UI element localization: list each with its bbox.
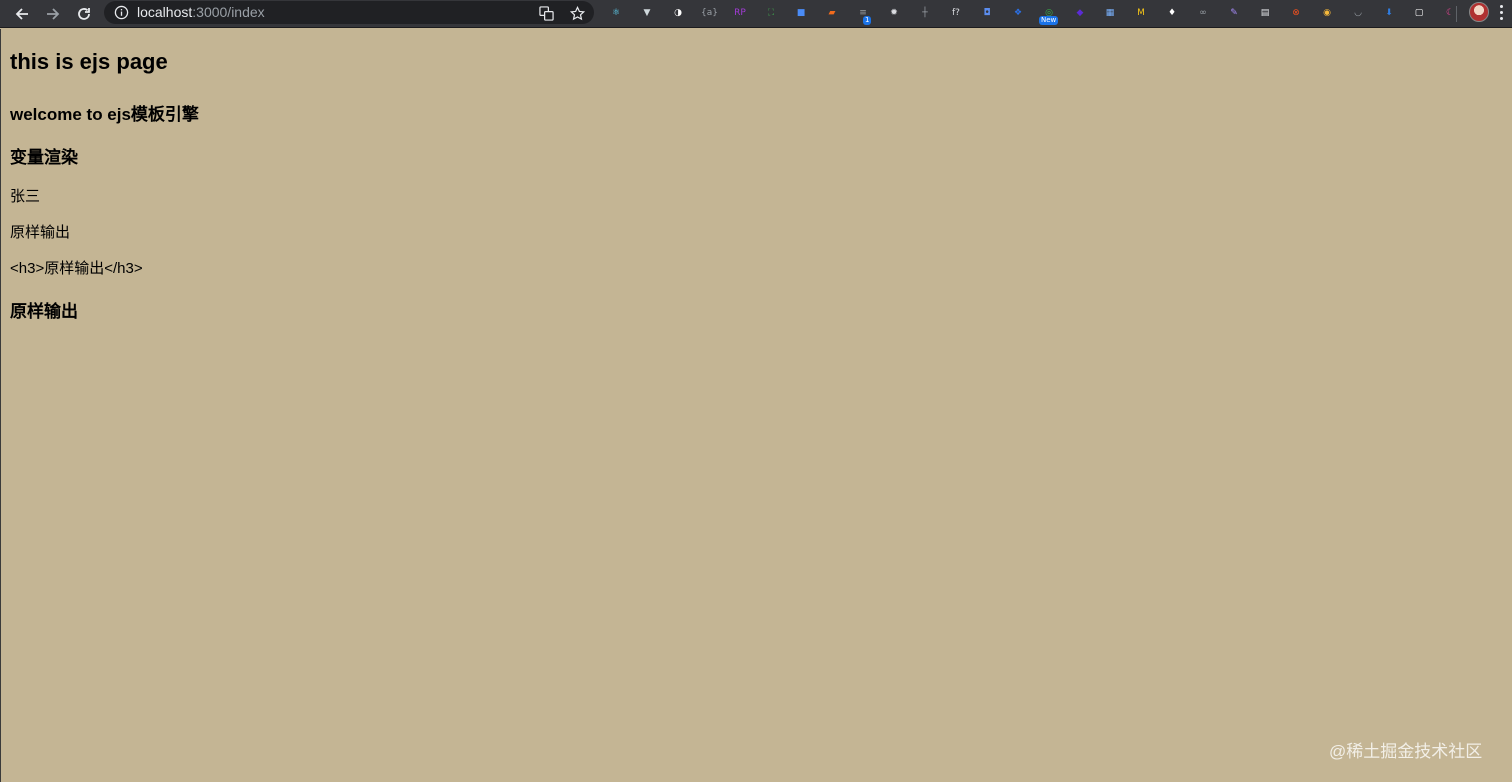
reload-button[interactable] [74, 4, 94, 24]
dropbox-extension-icon[interactable]: ❖ [1010, 5, 1026, 21]
back-button[interactable] [12, 4, 32, 24]
react-devtools-icon[interactable]: ⚛ [608, 5, 624, 21]
page-title: this is ejs page [10, 49, 168, 74]
rendered-html-output: 原样输出 [10, 302, 78, 321]
bookmark-star-button[interactable] [568, 4, 586, 22]
menu-dot [1500, 11, 1503, 14]
browser-toolbar: localhost:3000/index ⚛ ▼ ◑ {a} RP ⛶ ■ ▰ ≡ 1 ✹ ┼ f? ◘ ❖… [0, 0, 1512, 28]
name-value: 张三 [10, 188, 41, 205]
watermark: @稀土掘金技术社区 [1329, 742, 1483, 761]
json-viewer-icon[interactable]: {a} [701, 5, 718, 21]
toolbar-separator [1456, 6, 1457, 22]
menu-dot [1500, 17, 1503, 20]
screenshot-white-extension-icon[interactable]: ▢ [1411, 5, 1427, 21]
url-text[interactable]: localhost:3000/index [137, 4, 265, 21]
variable-render-heading: 变量渲染 [10, 148, 78, 167]
vue-devtools-icon[interactable]: ▼ [639, 5, 655, 21]
escaped-html-output: <h3>原样输出</h3> [10, 260, 143, 277]
raw-output-label: 原样输出 [10, 224, 71, 241]
function-extension-icon[interactable]: f? [948, 5, 964, 21]
profile-avatar[interactable] [1469, 2, 1489, 22]
extension-circle-icon[interactable]: ◑ [670, 5, 686, 21]
download-extension-icon[interactable]: ⬇ [1381, 5, 1397, 21]
welcome-heading: welcome to ejs模板引擎 [10, 105, 199, 124]
url-path: :3000/index [192, 4, 265, 20]
arrow-left-icon [15, 8, 28, 20]
reload-icon [78, 8, 90, 20]
screenshot-extension-icon[interactable]: ⛶ [763, 5, 779, 21]
menu-dot [1500, 5, 1503, 8]
ruler-extension-icon[interactable]: ┼ [917, 5, 933, 21]
info-icon[interactable] [114, 5, 129, 20]
feather-extension-icon[interactable]: ✎ [1226, 5, 1242, 21]
puzzle-extension-icon[interactable]: ▦ [1102, 5, 1118, 21]
new-extension-badge: New [1039, 16, 1059, 25]
pocket-extension-icon[interactable]: ◡ [1350, 5, 1366, 21]
arrow-right-icon [47, 8, 60, 20]
database-extension-badge: 1 [863, 16, 872, 25]
link-extension-icon[interactable]: ∞ [1195, 5, 1211, 21]
translate-icon [538, 5, 554, 21]
star-icon [569, 5, 585, 20]
address-bar[interactable]: localhost:3000/index [104, 1, 594, 24]
orange-extension-icon[interactable]: ▰ [824, 5, 840, 21]
purple-cube-extension-icon[interactable]: ◆ [1072, 5, 1088, 21]
note-extension-icon[interactable]: ▤ [1257, 5, 1273, 21]
camera-extension-icon[interactable]: ◘ [979, 5, 995, 21]
translate-button[interactable] [537, 4, 555, 22]
m-extension-icon[interactable]: M [1133, 5, 1149, 21]
diamond-extension-icon[interactable]: ♦ [1164, 5, 1180, 21]
page-body: this is ejs page welcome to ejs模板引擎 变量渲染… [1, 29, 1512, 782]
gear-extension-icon[interactable]: ✹ [886, 5, 902, 21]
url-host: localhost [137, 4, 193, 20]
browser-menu-button[interactable] [1499, 5, 1505, 23]
blue-square-extension-icon[interactable]: ■ [793, 5, 809, 21]
chrome-circle-extension-icon[interactable]: ◉ [1319, 5, 1335, 21]
forward-button[interactable] [43, 4, 63, 24]
orange-circle-extension-icon[interactable]: ⊗ [1288, 5, 1304, 21]
rp-extension-icon[interactable]: RP [732, 5, 748, 21]
